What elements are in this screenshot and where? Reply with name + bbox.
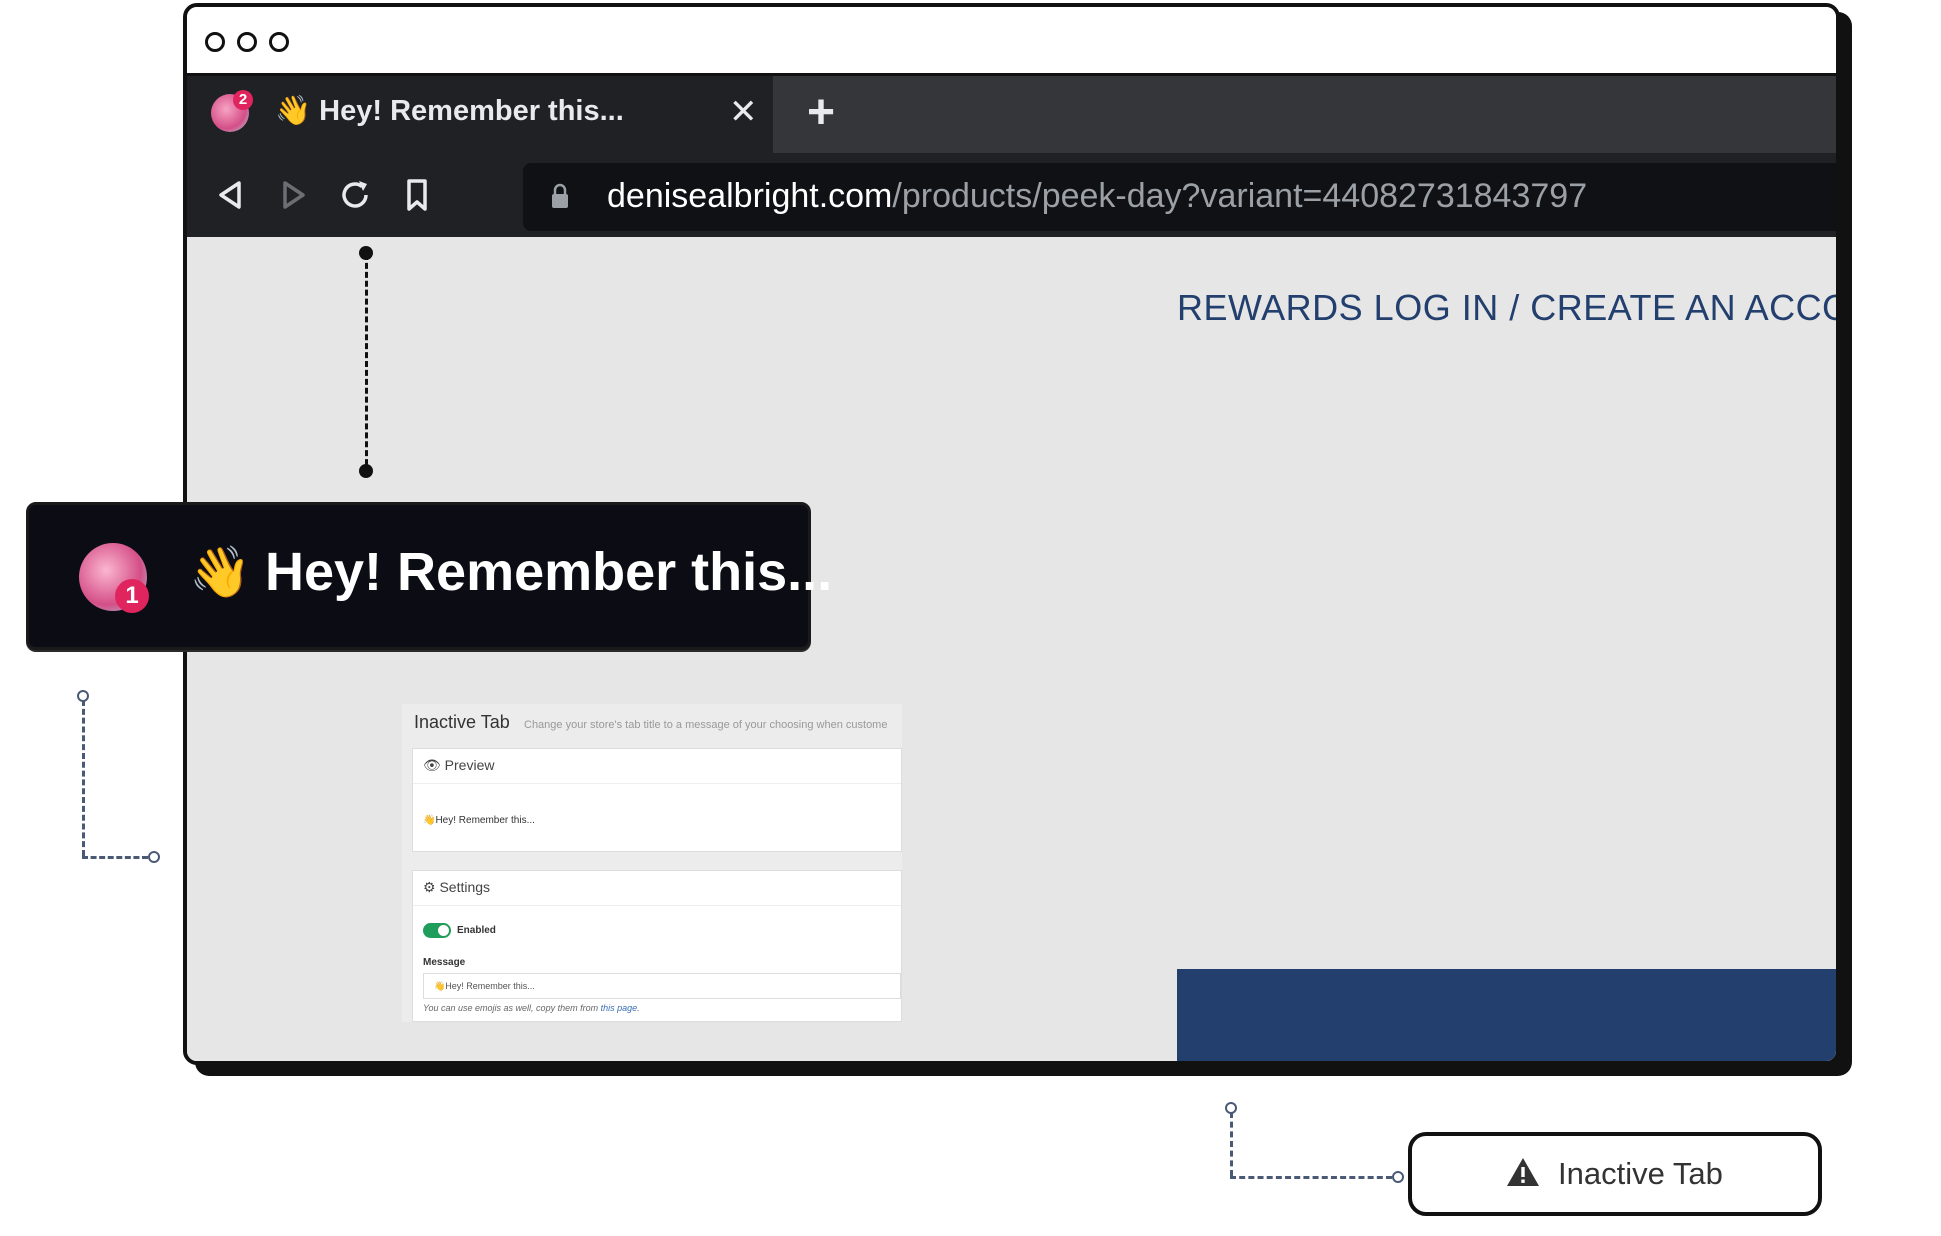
- window-minimize-dot[interactable]: [237, 32, 257, 52]
- notification-badge: 1: [115, 579, 149, 613]
- help-text: You can use emojis as well, copy them fr…: [423, 1003, 640, 1013]
- favicon: 1: [79, 543, 149, 613]
- preview-text: 👋Hey! Remember this...: [423, 815, 535, 826]
- connector-line: [365, 254, 368, 474]
- settings-title: ⚙ Settings: [423, 879, 491, 895]
- bracket-line-vertical: [1230, 1112, 1233, 1176]
- window-close-dot[interactable]: [205, 32, 225, 52]
- back-icon[interactable]: [211, 175, 251, 215]
- title-bar: [187, 7, 1836, 76]
- message-label: Message: [423, 957, 466, 968]
- active-tab[interactable]: 2 👋 Hey! Remember this... ✕: [187, 76, 773, 153]
- toggle-label: Enabled: [457, 925, 496, 936]
- url-text: denisealbright.com/products/peek-day?var…: [607, 177, 1588, 215]
- connector-knob-top: [359, 246, 373, 260]
- tab-strip: 2 👋 Hey! Remember this... ✕ +: [187, 76, 1836, 153]
- lock-icon: [552, 183, 568, 208]
- bracket-ring-end: [1392, 1171, 1404, 1183]
- bracket-line-horizontal: [1230, 1176, 1392, 1179]
- panel-description: Change your store's tab title to a messa…: [524, 719, 888, 731]
- address-bar[interactable]: denisealbright.com/products/peek-day?var…: [523, 163, 1836, 231]
- waving-hand-icon: 👋: [189, 544, 252, 600]
- warning-icon: [1507, 1158, 1539, 1186]
- gear-icon: ⚙: [423, 879, 440, 895]
- divider: [413, 905, 901, 906]
- bracket-line-horizontal: [82, 856, 148, 859]
- callout-tab-title: Hey! Remember this...: [265, 542, 833, 602]
- notification-badge: 2: [233, 90, 253, 110]
- message-input[interactable]: 👋Hey! Remember this...: [423, 973, 901, 999]
- window-maximize-dot[interactable]: [269, 32, 289, 52]
- emoji-page-link[interactable]: this page: [601, 1003, 638, 1013]
- inactive-tab-label: Inactive Tab: [1558, 1156, 1723, 1191]
- settings-card: ⚙ Settings Enabled Message 👋Hey! Remembe…: [412, 870, 902, 1022]
- close-tab-icon[interactable]: ✕: [729, 92, 758, 132]
- new-tab-button[interactable]: +: [807, 89, 835, 137]
- inactive-tab-badge: Inactive Tab: [1408, 1132, 1822, 1216]
- tab-zoom-callout: 1 👋 Hey! Remember this...: [26, 502, 832, 650]
- inactive-tab-settings-panel: Inactive Tab Change your store's tab tit…: [402, 704, 902, 1022]
- reload-icon[interactable]: [335, 175, 375, 215]
- bracket-line-vertical: [82, 700, 85, 856]
- tab-title: 👋 Hey! Remember this...: [275, 95, 624, 127]
- rewards-login-link[interactable]: REWARDS LOG IN / CREATE AN ACCO: [1177, 287, 1836, 329]
- bracket-ring-end: [148, 851, 160, 863]
- connector-knob-bottom: [359, 464, 373, 478]
- divider: [413, 783, 901, 784]
- navy-banner: [1177, 969, 1836, 1061]
- favicon: 2: [211, 90, 253, 132]
- eye-icon: 👁: [423, 757, 445, 773]
- enabled-toggle[interactable]: [423, 923, 451, 938]
- panel-heading: Inactive Tab: [414, 712, 510, 732]
- waving-hand-icon: 👋: [275, 95, 312, 127]
- browser-toolbar: denisealbright.com/products/peek-day?var…: [187, 153, 1836, 237]
- preview-card: 👁 Preview 👋Hey! Remember this...: [412, 748, 902, 852]
- forward-icon[interactable]: [273, 175, 313, 215]
- bookmark-icon[interactable]: [397, 175, 437, 215]
- preview-title: 👁 Preview: [423, 757, 495, 773]
